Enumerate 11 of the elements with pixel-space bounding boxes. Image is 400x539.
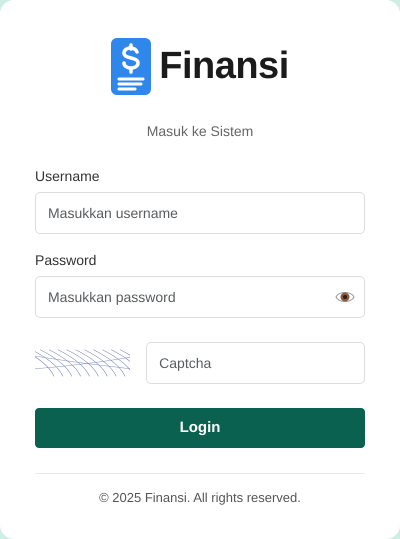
logo-icon — [111, 38, 152, 95]
field-label: Username — [35, 167, 101, 186]
username-field[interactable]: Masukkan username — [35, 192, 365, 234]
eye-icon[interactable] — [335, 290, 355, 304]
subtitle: Masuk ke Sistem — [146, 122, 254, 141]
login-button[interactable]: Login — [35, 408, 365, 448]
brand-name: Finansi — [159, 44, 289, 89]
password-field[interactable]: Masukkan password — [35, 276, 365, 318]
field-label: Password — [35, 251, 98, 270]
captcha-field[interactable]: Captcha — [146, 342, 365, 384]
footer-text: © 2025 Finansi. All rights reserved. — [35, 473, 365, 508]
